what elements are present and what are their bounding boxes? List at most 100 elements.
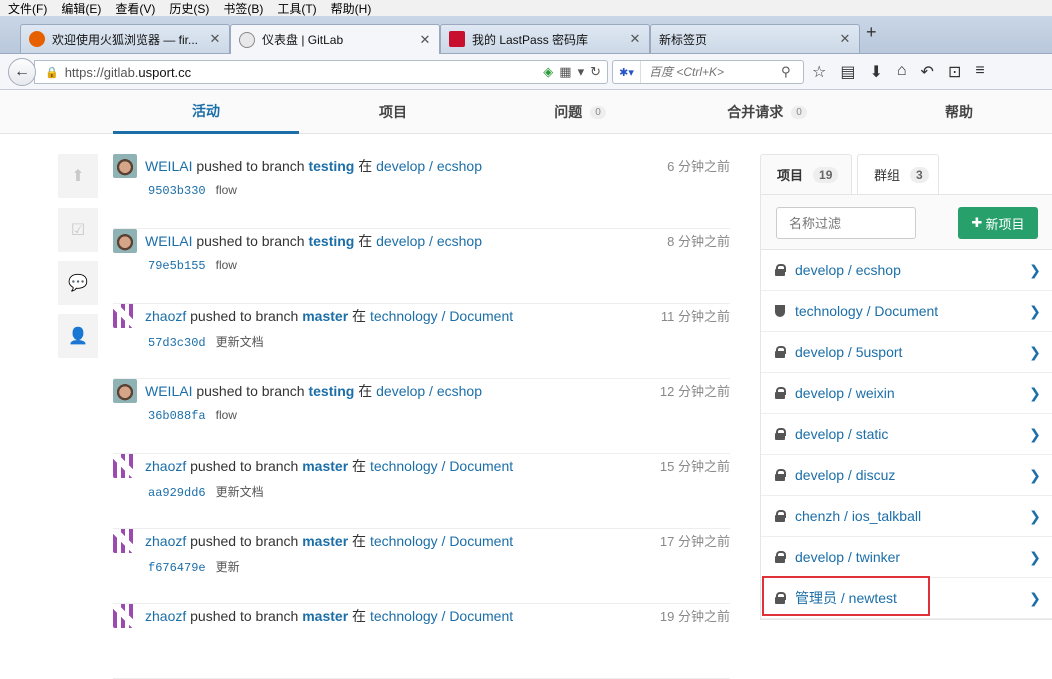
branch-link[interactable]: master (302, 533, 348, 549)
project-name[interactable]: develop / 5usport (795, 344, 1025, 360)
event-text: zhaozf pushed to branch master 在 technol… (145, 306, 513, 326)
avatar[interactable] (113, 379, 137, 403)
author-link[interactable]: WEILAI (145, 158, 192, 174)
branch-link[interactable]: master (302, 458, 348, 474)
tab-lastpass[interactable]: 我的 LastPass 密码库 ✕ (440, 24, 650, 53)
project-name[interactable]: technology / Document (795, 303, 1025, 319)
search-bar[interactable]: ✱▾ ⚲ (612, 60, 804, 84)
project-item[interactable]: develop / weixin ❯ (761, 373, 1052, 414)
project-link[interactable]: develop / ecshop (376, 233, 482, 249)
menu-tools[interactable]: 工具(T) (277, 0, 316, 17)
panel-tab-groups[interactable]: 群组 3 (857, 154, 939, 195)
project-link[interactable]: technology / Document (370, 308, 513, 324)
branch-link[interactable]: testing (308, 383, 354, 399)
dropdown-icon[interactable]: ▾ (578, 64, 585, 80)
firefox-icon (29, 31, 45, 47)
project-item[interactable]: technology / Document ❯ (761, 291, 1052, 332)
project-link[interactable]: technology / Document (370, 608, 513, 624)
new-project-button[interactable]: ✚ 新项目 (958, 207, 1038, 239)
new-tab-button[interactable]: + (866, 22, 877, 43)
close-icon[interactable]: ✕ (837, 31, 853, 47)
branch-link[interactable]: testing (308, 158, 354, 174)
branch-link[interactable]: master (302, 608, 348, 624)
undo-icon[interactable]: ↶ (921, 62, 934, 82)
project-link[interactable]: technology / Document (370, 533, 513, 549)
tab-firefox-welcome[interactable]: 欢迎使用火狐浏览器 — fir... ✕ (20, 24, 230, 53)
tab-merge-requests[interactable]: 合并请求 0 (674, 90, 860, 134)
close-icon[interactable]: ✕ (417, 32, 433, 48)
download-icon[interactable]: ⬇ (869, 62, 882, 82)
avatar[interactable] (113, 154, 137, 178)
commit-sha-link[interactable]: 36b088fa (148, 409, 206, 423)
project-name[interactable]: develop / twinker (795, 549, 1025, 565)
author-link[interactable]: WEILAI (145, 233, 192, 249)
baidu-icon[interactable]: ✱▾ (613, 61, 641, 83)
author-link[interactable]: zhaozf (145, 458, 186, 474)
commit-sha-link[interactable]: f676479e (148, 561, 206, 575)
tab-gitlab[interactable]: 仪表盘 | GitLab ✕ (230, 24, 440, 54)
push-filter-icon[interactable]: ⬆ (58, 154, 98, 198)
address-bar[interactable]: 🔒 https://gitlab. usport.cc ◈ ▦ ▾ ↻ (34, 60, 608, 84)
commit-sha-link[interactable]: 9503b330 (148, 184, 206, 198)
panel-tab-projects[interactable]: 项目 19 (760, 154, 852, 195)
event-action: pushed to branch (190, 308, 299, 324)
crop-icon[interactable]: ⊡ (948, 62, 961, 82)
qr-icon[interactable]: ▦ (559, 64, 571, 80)
avatar[interactable] (113, 529, 137, 553)
project-link[interactable]: technology / Document (370, 458, 513, 474)
team-filter-icon[interactable]: 👤 (58, 314, 98, 358)
project-name[interactable]: develop / static (795, 426, 1025, 442)
tab-activity[interactable]: 活动 (113, 90, 299, 134)
shield-icon[interactable]: ◈ (543, 64, 553, 80)
bookmark-star-icon[interactable]: ☆ (812, 62, 826, 82)
menu-bookmarks[interactable]: 书签(B) (223, 0, 263, 17)
project-name[interactable]: chenzh / ios_talkball (795, 508, 1025, 524)
project-item[interactable]: develop / discuz ❯ (761, 455, 1052, 496)
avatar[interactable] (113, 229, 137, 253)
avatar[interactable] (113, 454, 137, 478)
project-filter-input[interactable] (776, 207, 916, 239)
menu-help[interactable]: 帮助(H) (331, 0, 372, 17)
tab-issues[interactable]: 问题 0 (487, 90, 673, 134)
project-name[interactable]: develop / weixin (795, 385, 1025, 401)
close-icon[interactable]: ✕ (207, 31, 223, 47)
project-item[interactable]: develop / ecshop ❯ (761, 250, 1052, 291)
project-name[interactable]: develop / ecshop (795, 262, 1025, 278)
author-link[interactable]: WEILAI (145, 383, 192, 399)
reload-icon[interactable]: ↻ (590, 64, 601, 80)
bookmarks-list-icon[interactable]: ▤ (840, 62, 855, 82)
project-link[interactable]: develop / ecshop (376, 158, 482, 174)
close-icon[interactable]: ✕ (627, 31, 643, 47)
home-icon[interactable]: ⌂ (897, 62, 907, 82)
commit-sha-link[interactable]: 79e5b155 (148, 259, 206, 273)
search-icon[interactable]: ⚲ (781, 64, 791, 80)
project-item[interactable]: develop / static ❯ (761, 414, 1052, 455)
branch-link[interactable]: master (302, 308, 348, 324)
project-item[interactable]: develop / 5usport ❯ (761, 332, 1052, 373)
tab-new[interactable]: 新标签页 ✕ (650, 24, 860, 53)
menu-edit[interactable]: 编辑(E) (61, 0, 101, 17)
menu-view[interactable]: 查看(V) (115, 0, 155, 17)
avatar[interactable] (113, 304, 137, 328)
tab-projects[interactable]: 项目 (300, 90, 486, 134)
menu-history[interactable]: 历史(S) (169, 0, 209, 17)
author-link[interactable]: zhaozf (145, 608, 186, 624)
commit-sha-link[interactable]: aa929dd6 (148, 486, 206, 500)
author-link[interactable]: zhaozf (145, 308, 186, 324)
merge-filter-icon[interactable]: ☑ (58, 208, 98, 252)
project-link[interactable]: develop / ecshop (376, 383, 482, 399)
back-button[interactable]: ← (8, 58, 36, 86)
menu-icon[interactable]: ≡ (975, 62, 984, 82)
commit-sha-link[interactable]: 57d3c30d (148, 336, 206, 350)
author-link[interactable]: zhaozf (145, 533, 186, 549)
project-item[interactable]: chenzh / ios_talkball ❯ (761, 496, 1052, 537)
chevron-right-icon: ❯ (1029, 302, 1041, 319)
branch-link[interactable]: testing (308, 233, 354, 249)
avatar[interactable] (113, 604, 137, 628)
search-input[interactable] (649, 65, 779, 79)
comments-filter-icon[interactable]: 💬 (58, 261, 98, 305)
project-item[interactable]: develop / twinker ❯ (761, 537, 1052, 578)
menu-file[interactable]: 文件(F) (8, 0, 47, 17)
tab-help[interactable]: 帮助 (866, 90, 1052, 134)
project-name[interactable]: develop / discuz (795, 467, 1025, 483)
